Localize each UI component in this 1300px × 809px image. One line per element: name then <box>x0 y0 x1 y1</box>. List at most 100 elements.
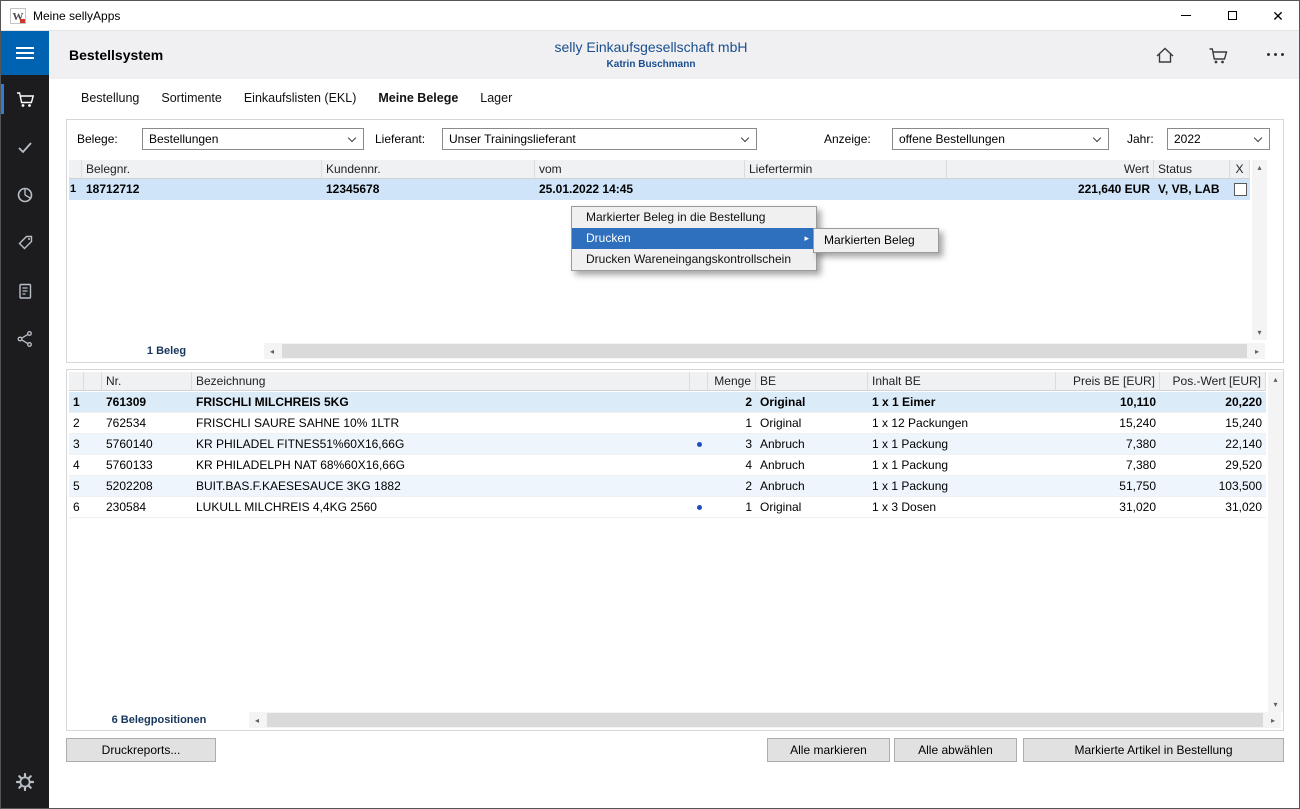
cell-bezeichnung: FRISCHLI SAURE SAHNE 10% 1LTR <box>192 413 690 433</box>
cell-select <box>1230 179 1250 200</box>
documents-vertical-scrollbar[interactable]: ▴ ▾ <box>1252 160 1267 340</box>
scrollbar-thumb[interactable] <box>267 713 1263 727</box>
scroll-up-icon[interactable]: ▴ <box>1268 372 1283 387</box>
menu-item-markierter-beleg[interactable]: Markierter Beleg in die Bestellung <box>572 207 816 228</box>
position-row[interactable]: 4 5760133 KR PHILADELPH NAT 68%60X16,66G… <box>69 455 1266 476</box>
scroll-right-icon[interactable]: ▸ <box>1265 712 1281 728</box>
maximize-button[interactable] <box>1209 1 1255 30</box>
hamburger-menu-button[interactable] <box>1 31 49 75</box>
cell-be: Anbruch <box>756 455 868 475</box>
header-liefertermin[interactable]: Liefertermin <box>745 160 947 179</box>
cell-marker <box>690 392 708 412</box>
sidebar-item-catalog[interactable] <box>1 267 49 315</box>
header-wert[interactable]: Wert <box>947 160 1154 179</box>
sidebar-item-statistics[interactable] <box>1 171 49 219</box>
druckreports-button[interactable]: Druckreports... <box>66 738 216 762</box>
header-vom[interactable]: vom <box>535 160 745 179</box>
scroll-left-icon[interactable]: ◂ <box>249 712 265 728</box>
cell-be: Anbruch <box>756 476 868 496</box>
cell-menge: 2 <box>708 392 756 412</box>
sidebar-item-tasks[interactable] <box>1 123 49 171</box>
cell-menge: 3 <box>708 434 756 454</box>
lieferant-select[interactable]: Unser Trainingslieferant <box>442 128 757 150</box>
header-poswert[interactable]: Pos.-Wert [EUR] <box>1160 372 1266 391</box>
header-nr[interactable]: Nr. <box>102 372 192 391</box>
menu-item-drucken[interactable]: Drucken ▸ <box>572 228 816 249</box>
scroll-down-icon[interactable]: ▾ <box>1252 325 1267 340</box>
blue-dot-marker <box>690 434 708 454</box>
cell-nr: 5760133 <box>102 455 192 475</box>
alle-markieren-button[interactable]: Alle markieren <box>767 738 890 762</box>
scroll-down-icon[interactable]: ▾ <box>1268 697 1283 712</box>
menu-item-drucken-wareneingang[interactable]: Drucken Wareneingangskontrollschein <box>572 249 816 270</box>
home-icon[interactable] <box>1154 45 1176 65</box>
documents-table-header: Belegnr. Kundennr. vom Liefertermin Wert… <box>69 160 1250 179</box>
header-be[interactable]: BE <box>756 372 868 391</box>
header-cart-icon[interactable] <box>1207 45 1229 65</box>
position-row[interactable]: 2 762534 FRISCHLI SAURE SAHNE 10% 1LTR 1… <box>69 413 1266 434</box>
chevron-down-icon <box>348 134 356 142</box>
tab-bestellung[interactable]: Bestellung <box>70 79 150 117</box>
positions-horizontal-scrollbar[interactable]: ◂ ▸ <box>249 712 1281 728</box>
positions-vertical-scrollbar[interactable]: ▴ ▾ <box>1268 372 1283 712</box>
cell-bezeichnung: LUKULL MILCHREIS 4,4KG 2560 <box>192 497 690 517</box>
cell-inhalt: 1 x 1 Packung <box>868 434 1056 454</box>
scroll-up-icon[interactable]: ▴ <box>1252 160 1267 175</box>
tab-einkaufslisten[interactable]: Einkaufslisten (EKL) <box>233 79 368 117</box>
cell-marker <box>690 413 708 433</box>
sidebar-item-share[interactable] <box>1 315 49 363</box>
settings-button[interactable] <box>1 762 49 802</box>
header-menge[interactable]: Menge <box>708 372 756 391</box>
close-button[interactable]: ✕ <box>1255 1 1300 30</box>
markierte-artikel-button[interactable]: Markierte Artikel in Bestellung <box>1023 738 1284 762</box>
jahr-select-value: 2022 <box>1174 132 1201 146</box>
cart-icon <box>15 89 35 109</box>
cell-bezeichnung: KR PHILADELPH NAT 68%60X16,66G <box>192 455 690 475</box>
anzeige-select[interactable]: offene Bestellungen <box>892 128 1109 150</box>
tab-sortimente[interactable]: Sortimente <box>150 79 232 117</box>
app-window: W Meine sellyApps ✕ <box>0 0 1300 809</box>
header-bezeichnung[interactable]: Bezeichnung <box>192 372 690 391</box>
window-title: Meine sellyApps <box>33 9 120 23</box>
positions-panel: Nr. Bezeichnung Menge BE Inhalt BE Preis… <box>66 369 1284 731</box>
belege-select[interactable]: Bestellungen <box>142 128 364 150</box>
tab-meine-belege[interactable]: Meine Belege <box>367 79 469 117</box>
app-logo-icon: W <box>10 8 26 24</box>
scroll-left-icon[interactable]: ◂ <box>264 343 280 359</box>
position-row[interactable]: 6 230584 LUKULL MILCHREIS 4,4KG 2560 1 O… <box>69 497 1266 518</box>
header-preis[interactable]: Preis BE [EUR] <box>1056 372 1160 391</box>
context-menu: Markierter Beleg in die Bestellung Druck… <box>571 206 817 271</box>
belege-select-value: Bestellungen <box>149 132 218 146</box>
position-row[interactable]: 5 5202208 BUIT.BAS.F.KAESESAUCE 3KG 1882… <box>69 476 1266 497</box>
cell-wert: 221,640 EUR <box>947 179 1154 200</box>
cell-marker <box>690 476 708 496</box>
jahr-select[interactable]: 2022 <box>1167 128 1270 150</box>
header-status[interactable]: Status <box>1154 160 1230 179</box>
cell-inhalt: 1 x 1 Eimer <box>868 392 1056 412</box>
position-row[interactable]: 1 761309 FRISCHLI MILCHREIS 5KG 2 Origin… <box>69 392 1266 413</box>
position-row[interactable]: 3 5760140 KR PHILADEL FITNES51%60X16,66G… <box>69 434 1266 455</box>
row-checkbox[interactable] <box>1234 183 1247 196</box>
cell-liefertermin <box>745 179 947 200</box>
cell-preis: 7,380 <box>1056 455 1160 475</box>
header-inhalt[interactable]: Inhalt BE <box>868 372 1056 391</box>
documents-horizontal-scrollbar[interactable]: ◂ ▸ <box>264 343 1265 359</box>
scroll-right-icon[interactable]: ▸ <box>1249 343 1265 359</box>
cell-rownum: 1 <box>69 179 82 200</box>
header-kundennr[interactable]: Kundennr. <box>322 160 535 179</box>
tab-lager[interactable]: Lager <box>469 79 523 117</box>
document-row[interactable]: 1 18712712 12345678 25.01.2022 14:45 221… <box>69 179 1250 200</box>
header-x[interactable]: X <box>1230 160 1250 179</box>
more-icon[interactable] <box>1267 53 1284 56</box>
scrollbar-thumb[interactable] <box>282 344 1247 358</box>
header-belegnr[interactable]: Belegnr. <box>82 160 322 179</box>
cell-kundennr: 12345678 <box>322 179 535 200</box>
submenu-item-markierten-beleg[interactable]: Markierten Beleg <box>814 229 938 252</box>
anzeige-select-value: offene Bestellungen <box>899 132 1005 146</box>
tab-bar: Bestellung Sortimente Einkaufslisten (EK… <box>49 79 1300 117</box>
cell-poswert: 31,020 <box>1160 497 1266 517</box>
alle-abwaehlen-button[interactable]: Alle abwählen <box>894 738 1017 762</box>
sidebar-item-prices[interactable] <box>1 219 49 267</box>
minimize-button[interactable] <box>1163 1 1209 30</box>
sidebar-item-bestellsystem[interactable] <box>1 75 49 123</box>
